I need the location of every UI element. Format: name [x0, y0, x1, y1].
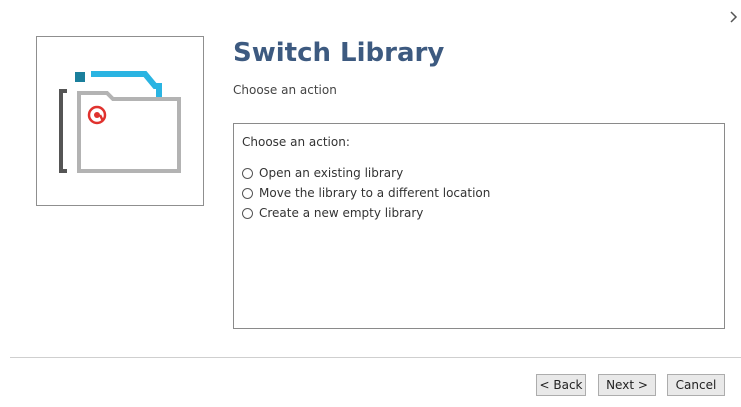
- option-label: Create a new empty library: [259, 206, 424, 220]
- radio-button[interactable]: [242, 207, 253, 219]
- library-logo-frame: [36, 36, 204, 206]
- option-move-library[interactable]: Move the library to a different location: [242, 184, 490, 202]
- option-label: Open an existing library: [259, 166, 404, 180]
- dialog-title: Switch Library: [233, 38, 445, 68]
- radio-button[interactable]: [242, 167, 253, 179]
- option-label: Move the library to a different location: [259, 186, 491, 200]
- option-create-new-library[interactable]: Create a new empty library: [242, 204, 423, 222]
- radio-button[interactable]: [242, 187, 253, 199]
- library-folder-icon: [59, 71, 181, 173]
- dialog-subtitle: Choose an action: [233, 83, 337, 97]
- action-group-label: Choose an action:: [242, 135, 350, 149]
- switch-library-dialog: Switch Library Choose an action Choose a…: [0, 0, 741, 407]
- back-button[interactable]: < Back: [536, 374, 586, 396]
- action-group-box: Choose an action: Open an existing libra…: [233, 123, 725, 329]
- option-open-existing-library[interactable]: Open an existing library: [242, 164, 403, 182]
- next-button[interactable]: Next >: [598, 374, 656, 396]
- chevron-right-icon[interactable]: [729, 10, 739, 24]
- cancel-button[interactable]: Cancel: [667, 374, 725, 396]
- footer-divider: [10, 357, 741, 358]
